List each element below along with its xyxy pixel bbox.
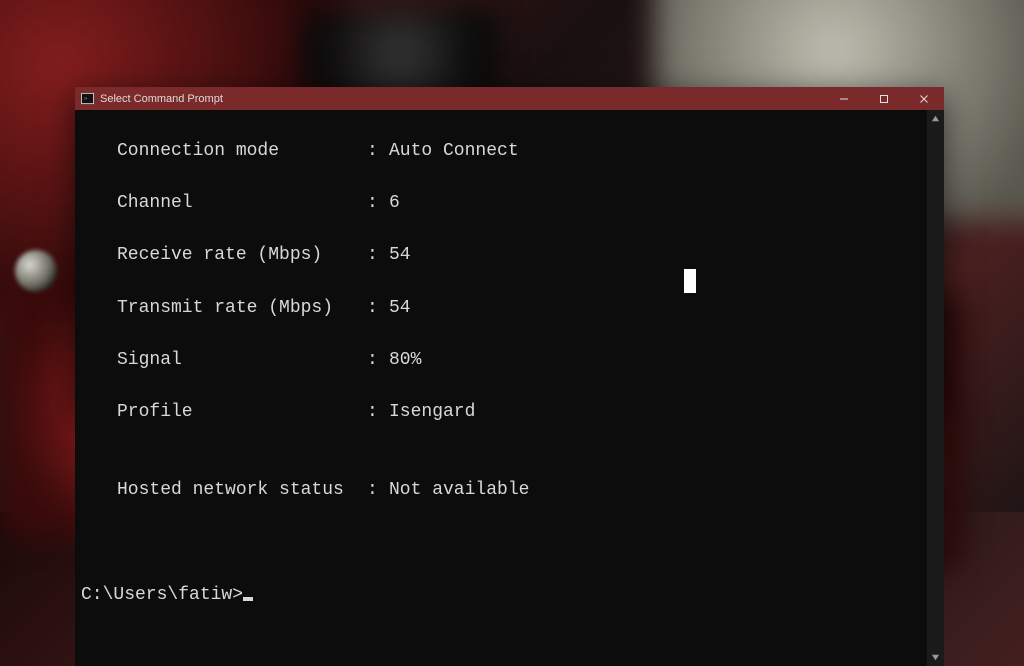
output-label: Receive rate (Mbps) <box>117 242 367 268</box>
background-detail <box>15 250 57 292</box>
output-value: Isengard <box>389 402 475 422</box>
output-label: Channel <box>117 190 367 216</box>
output-label: Signal <box>117 347 367 373</box>
output-label: Hosted network status <box>117 477 367 503</box>
maximize-button[interactable] <box>864 87 904 110</box>
minimize-button[interactable] <box>824 87 864 110</box>
output-value: 80% <box>389 350 421 370</box>
cmd-icon: > <box>81 92 94 105</box>
terminal-output[interactable]: Connection mode: Auto Connect Channel: 6… <box>75 110 927 666</box>
prompt-path: C:\Users\fatiw> <box>81 585 243 605</box>
terminal-client-area: Connection mode: Auto Connect Channel: 6… <box>75 110 944 666</box>
command-prompt-window: > Select Command Prompt Connection mode:… <box>75 87 944 412</box>
output-label: Connection mode <box>117 138 367 164</box>
close-button[interactable] <box>904 87 944 110</box>
selection-caret <box>684 269 696 293</box>
scroll-up-icon[interactable] <box>927 110 944 127</box>
svg-text:>: > <box>84 95 88 102</box>
vertical-scrollbar[interactable] <box>927 110 944 666</box>
cursor <box>243 597 253 601</box>
output-value: 6 <box>389 193 400 213</box>
output-value: Not available <box>389 480 529 500</box>
output-label: Profile <box>117 399 367 425</box>
output-value: 54 <box>389 245 411 265</box>
output-value: Auto Connect <box>389 141 519 161</box>
scroll-down-icon[interactable] <box>927 649 944 666</box>
output-value: 54 <box>389 298 411 318</box>
window-title: Select Command Prompt <box>100 93 223 105</box>
output-label: Transmit rate (Mbps) <box>117 295 367 321</box>
titlebar[interactable]: > Select Command Prompt <box>75 87 944 110</box>
